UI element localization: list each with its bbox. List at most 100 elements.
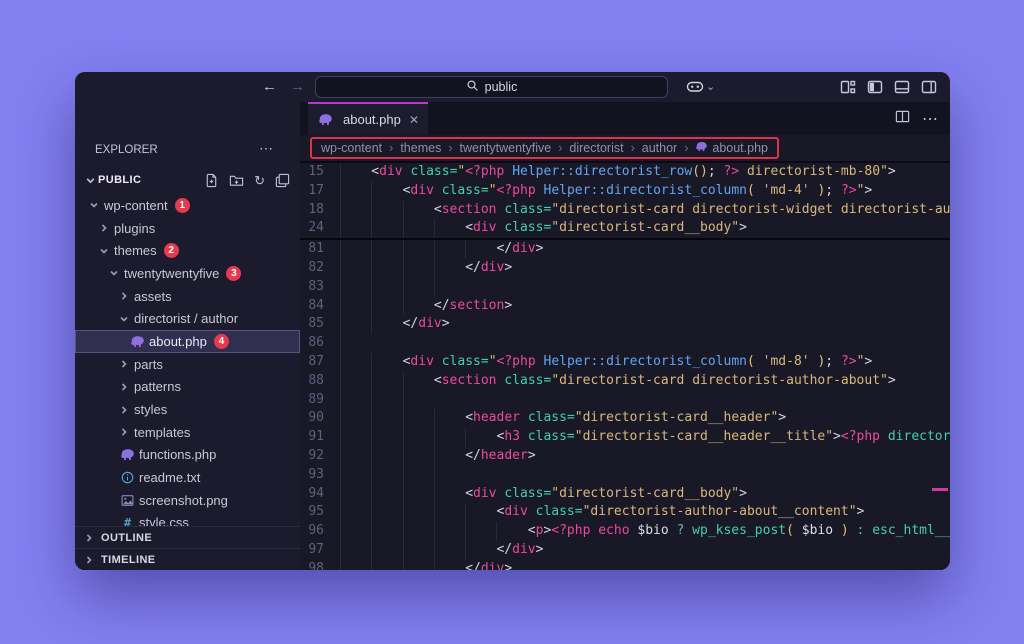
chevron-right-icon (119, 359, 134, 369)
code-lines: 81</div>82</div>8384</section>85</div>86… (300, 240, 950, 570)
refresh-icon[interactable]: ↻ (254, 174, 265, 187)
code-line-91: 91<h3 class="directorist-card__header__t… (300, 428, 950, 447)
editor-group: about.php ✕ ⋯ wp-content›themes›twentytw… (300, 102, 950, 570)
indent-guide (371, 560, 402, 570)
breadcrumb-label: wp-content (321, 141, 382, 155)
tree-item-patterns[interactable]: patterns (75, 376, 300, 399)
code-line-93: 93 (300, 466, 950, 485)
close-icon[interactable]: ✕ (409, 113, 419, 127)
indent-guide (403, 503, 434, 522)
code-line-81: 81</div> (300, 240, 950, 259)
indent-guide (434, 447, 465, 466)
copilot-menu[interactable]: ⌄ (686, 78, 715, 95)
indent-guide (371, 466, 402, 485)
tree-item-styles[interactable]: styles (75, 398, 300, 421)
tree-item-about.php[interactable]: about.php4 (75, 330, 300, 353)
new-file-icon[interactable] (204, 173, 219, 188)
tree-item-directorist-author[interactable]: directorist / author (75, 307, 300, 330)
tree-item-functions.php[interactable]: functions.php (75, 444, 300, 467)
forward-icon[interactable]: → (290, 77, 305, 97)
line-number: 90 (300, 409, 340, 428)
indent-guide (371, 447, 402, 466)
collapse-all-icon[interactable] (275, 173, 290, 188)
tree-item-themes[interactable]: themes2 (75, 239, 300, 262)
line-number: 87 (300, 353, 340, 372)
toggle-panel-icon[interactable] (894, 79, 910, 95)
tree-item-label: styles (134, 402, 167, 417)
code-area[interactable]: 15<div class="<?php Helper::directorist_… (300, 163, 950, 570)
section-header-outline[interactable]: OUTLINE (75, 526, 300, 548)
chevron-down-icon (89, 200, 104, 210)
tree-item-screenshot.png[interactable]: screenshot.png (75, 489, 300, 512)
explorer-more-icon[interactable]: ⋯ (259, 140, 274, 157)
chevron-down-icon (99, 246, 114, 256)
indent-guide (340, 259, 371, 278)
code-line-95: 95<div class="directorist-author-about__… (300, 503, 950, 522)
editor-more-icon[interactable]: ⋯ (922, 109, 938, 129)
breadcrumb-item-wp-content[interactable]: wp-content (321, 141, 382, 155)
indent-guide (434, 560, 465, 570)
indent-guide (371, 522, 402, 541)
indent-guide (465, 240, 496, 259)
back-icon[interactable]: ← (262, 77, 277, 97)
breadcrumb-item-author[interactable]: author (642, 141, 677, 155)
tree-item-readme.txt[interactable]: readme.txt (75, 466, 300, 489)
line-content: <p><?php echo $bio ? wp_kses_post( $bio … (340, 522, 950, 541)
indent-guide (434, 259, 465, 278)
indent-guide (465, 503, 496, 522)
indent-guide (340, 182, 371, 201)
indent-guide (496, 522, 527, 541)
breadcrumb-label: twentytwentyfive (460, 141, 552, 155)
tree-item-parts[interactable]: parts (75, 353, 300, 376)
tree-item-twentytwentyfive[interactable]: twentytwentyfive3 (75, 262, 300, 285)
new-folder-icon[interactable] (229, 173, 244, 188)
breadcrumb-item-themes[interactable]: themes (400, 141, 441, 155)
code-line-84: 84</section> (300, 297, 950, 316)
chevron-right-icon (84, 533, 97, 543)
tree-item-wp-content[interactable]: wp-content1 (75, 194, 300, 217)
line-content: </div> (340, 315, 450, 334)
tree-item-templates[interactable]: templates (75, 421, 300, 444)
tab-about-php[interactable]: about.php ✕ (308, 102, 428, 135)
toggle-sidebar-icon[interactable] (867, 79, 883, 95)
indent-guide (434, 278, 465, 297)
indent-guide (371, 353, 402, 372)
line-number: 17 (300, 182, 340, 201)
sticky-scroll: 15<div class="<?php Helper::directorist_… (300, 163, 950, 240)
search-value: public (485, 80, 518, 94)
tab-bar: about.php ✕ ⋯ (300, 102, 950, 135)
code-line-24: 24<div class="directorist-card__body"> (300, 219, 950, 238)
indent-guide (340, 372, 371, 391)
indent-guide (434, 428, 465, 447)
line-content: <h3 class="directorist-card__header__tit… (340, 428, 950, 447)
customize-layout-icon[interactable] (840, 79, 856, 95)
explorer-title: EXPLORER (95, 144, 158, 156)
command-center-search[interactable]: public (315, 76, 668, 98)
tree-item-label: templates (134, 425, 190, 440)
line-number: 93 (300, 466, 340, 485)
indent-guide (371, 182, 402, 201)
indent-guide (434, 240, 465, 259)
code-line-92: 92</header> (300, 447, 950, 466)
section-header-public[interactable]: PUBLIC ↻ (75, 168, 300, 192)
code-line-15: 15<div class="<?php Helper::directorist_… (300, 163, 950, 182)
tree-item-assets[interactable]: assets (75, 285, 300, 308)
section-header-timeline[interactable]: TIMELINE (75, 548, 300, 570)
line-number: 24 (300, 219, 340, 238)
breadcrumb-separator: › (448, 141, 452, 155)
code-line-88: 88<section class="directorist-card direc… (300, 372, 950, 391)
indent-guide (371, 428, 402, 447)
tree-item-plugins[interactable]: plugins (75, 217, 300, 240)
chevron-right-icon (119, 291, 134, 301)
code-line-96: 96<p><?php echo $bio ? wp_kses_post( $bi… (300, 522, 950, 541)
breadcrumb-item-directorist[interactable]: directorist (569, 141, 623, 155)
line-content: </header> (340, 447, 536, 466)
toggle-secondary-sidebar-icon[interactable] (921, 79, 937, 95)
indent-guide (403, 447, 434, 466)
indent-guide (371, 485, 402, 504)
breadcrumb-item-twentytwentyfive[interactable]: twentytwentyfive (460, 141, 552, 155)
split-editor-icon[interactable] (895, 109, 910, 129)
code-line-97: 97</div> (300, 541, 950, 560)
breadcrumb-label: directorist (569, 141, 623, 155)
breadcrumb-item-about.php[interactable]: about.php (695, 141, 768, 155)
